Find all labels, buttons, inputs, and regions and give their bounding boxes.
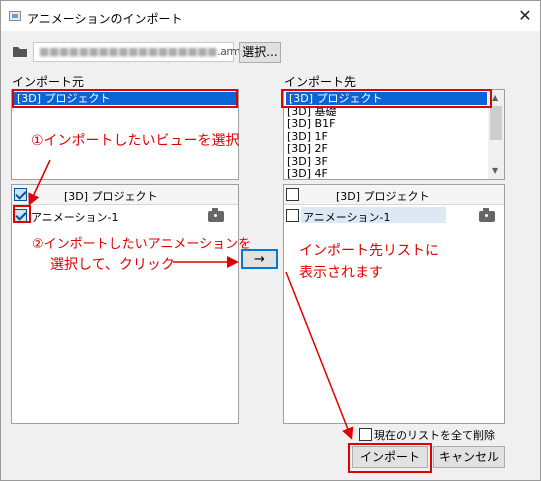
arrow-to-import [285, 271, 354, 440]
arrow-to-checkbox [28, 159, 51, 206]
annotation-step3-line1: インポート先リストに [299, 243, 439, 259]
annotation-step2-line2: 選択して、クリック [50, 257, 175, 273]
annotation-step3-line2: 表示されます [299, 265, 383, 281]
annotation-step2-line1: ②インポートしたいアニメーションを [32, 237, 252, 252]
annotation-step1: ①インポートしたいビューを選択 [31, 133, 240, 149]
